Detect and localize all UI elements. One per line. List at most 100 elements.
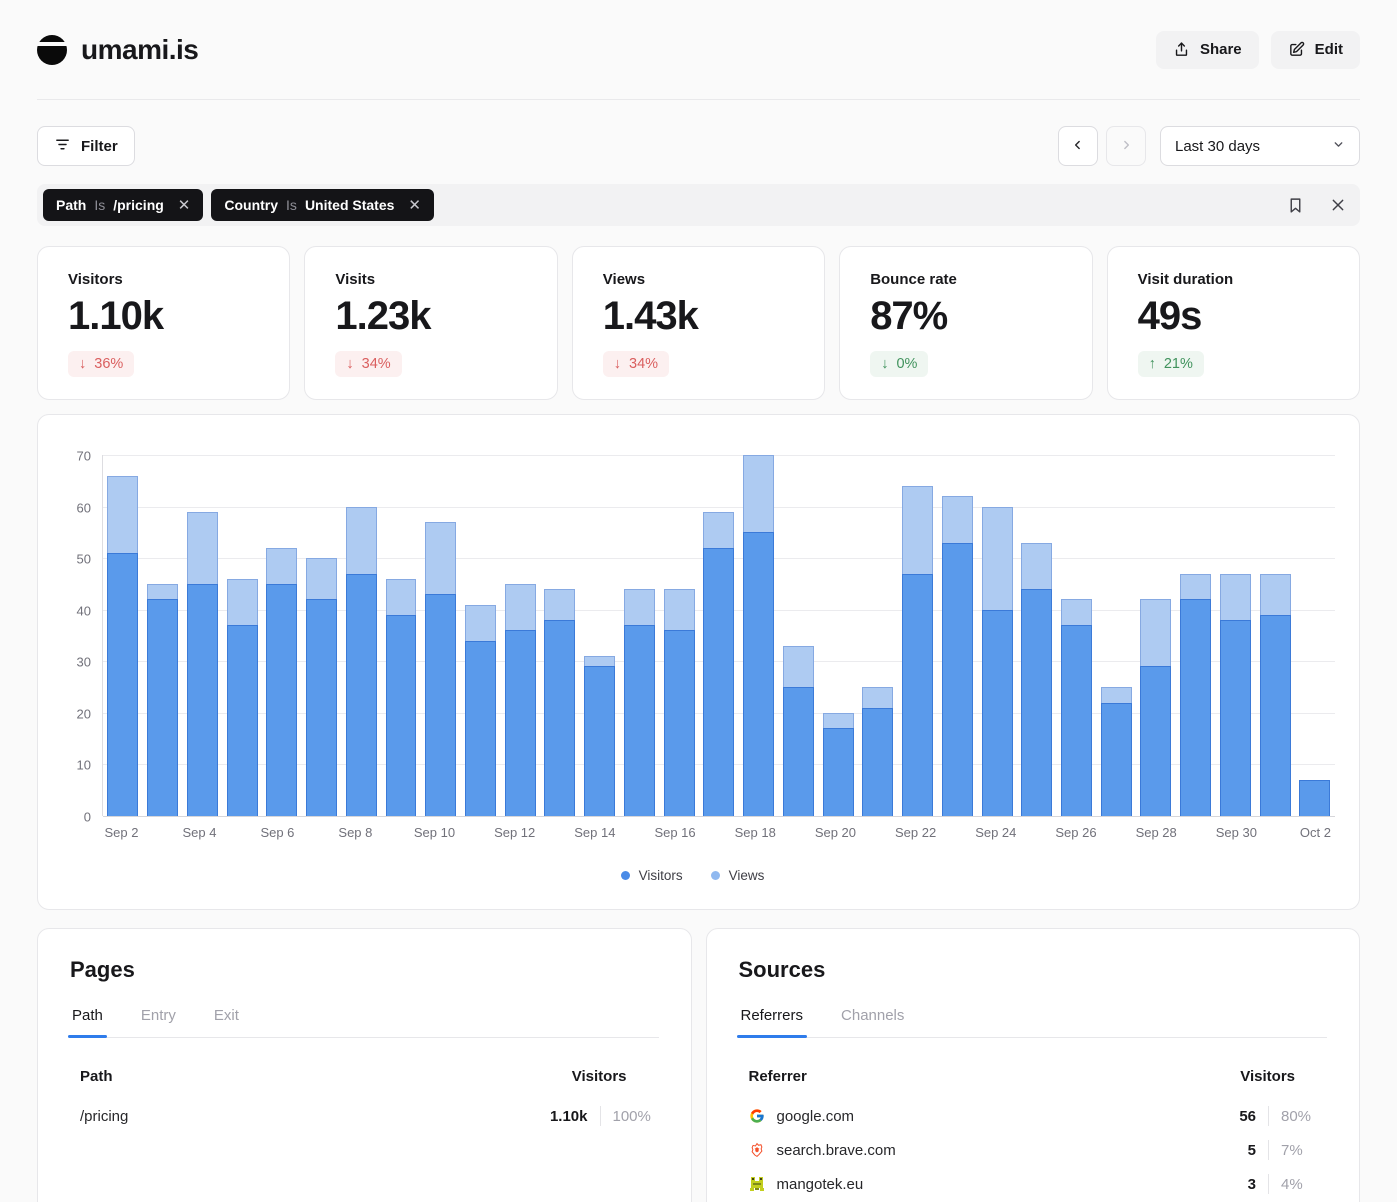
chart-bar-group[interactable] [421,455,461,816]
share-button-label: Share [1200,41,1242,58]
legend-item[interactable]: Views [711,868,765,883]
filters-bar-actions [1287,197,1346,214]
panel-title: Sources [739,957,1328,983]
chart-gridline: 0 [103,816,1335,817]
active-filters-bar: PathIs/pricing✕CountryIsUnited States✕ [37,184,1360,226]
table-row-link[interactable]: mangotek.eu [749,1176,864,1193]
chart-bar-group[interactable] [1057,455,1097,816]
filter-chip[interactable]: CountryIsUnited States✕ [211,189,434,221]
chart-bar-group[interactable] [1295,455,1335,816]
table-row-link[interactable]: google.com [749,1108,855,1125]
chart-bar-group[interactable] [659,455,699,816]
legend-item[interactable]: Visitors [621,868,683,883]
brave-favicon-icon [749,1142,765,1158]
chart-bar-group[interactable] [937,455,977,816]
metric-change-badge: ↑21% [1138,351,1204,377]
legend-label: Views [729,868,765,883]
metric-card: Visitors1.10k↓36% [37,246,290,400]
table-row-link[interactable]: /pricing [80,1108,128,1125]
panel-table: ReferrerVisitorsgoogle.com5680%search.br… [739,1068,1328,1201]
table-row-value: 56 [1239,1108,1256,1125]
chart-bar-group[interactable] [302,455,342,816]
visitors-bar [1299,780,1330,816]
edit-icon [1288,41,1305,58]
chart-bar-group[interactable] [103,455,143,816]
x-axis-tick-label [219,825,258,840]
chart-bar-group[interactable] [699,455,739,816]
table-row-percent: 80% [1281,1108,1325,1125]
filter-chip-value: /pricing [113,197,164,213]
legend-dot-icon [621,871,630,880]
chart-bar-group[interactable] [620,455,660,816]
metric-change-value: 21% [1164,356,1193,372]
date-range-value: Last 30 days [1175,138,1260,155]
arrow-down-icon: ↓ [79,356,86,372]
chart-bar-group[interactable] [540,455,580,816]
chart-bar-group[interactable] [341,455,381,816]
tab-entry[interactable]: Entry [139,1001,178,1037]
tab-exit[interactable]: Exit [212,1001,241,1037]
chart-bar-group[interactable] [1176,455,1216,816]
prev-period-button[interactable] [1058,126,1098,166]
visitors-bar [1180,599,1211,816]
panel-table: PathVisitors/pricing1.10k100% [70,1068,659,1133]
arrow-down-icon: ↓ [881,356,888,372]
filter-chip-value: United States [305,197,394,213]
x-axis-tick-label: Sep 28 [1136,825,1177,840]
chart-bar-group[interactable] [143,455,183,816]
filter-chips: PathIs/pricing✕CountryIsUnited States✕ [43,189,434,221]
remove-filter-icon[interactable]: ✕ [408,196,421,214]
metric-cards: Visitors1.10k↓36%Visits1.23k↓34%Views1.4… [37,246,1360,400]
chart-bar-group[interactable] [381,455,421,816]
share-button[interactable]: Share [1156,31,1259,69]
chart-bar-group[interactable] [222,455,262,816]
chart-bar-group[interactable] [739,455,779,816]
chart-bar-group[interactable] [1136,455,1176,816]
next-period-button[interactable] [1106,126,1146,166]
chart-bar-group[interactable] [1216,455,1256,816]
chart-bar-group[interactable] [500,455,540,816]
arrow-down-icon: ↓ [614,356,621,372]
chart-bar-group[interactable] [461,455,501,816]
x-axis-tick-label [141,825,180,840]
edit-button[interactable]: Edit [1271,31,1360,69]
chart-bar-group[interactable] [1017,455,1057,816]
visitors-bar [306,599,337,816]
y-axis-tick-label: 20 [77,706,91,721]
value-percent-divider [1268,1174,1269,1194]
chart-bar-group[interactable] [580,455,620,816]
chart-bar-group[interactable] [778,455,818,816]
clear-filters-icon[interactable] [1330,197,1346,213]
chart-bar-group[interactable] [977,455,1017,816]
bookmark-icon[interactable] [1287,197,1304,214]
tab-path[interactable]: Path [70,1001,105,1037]
filter-chip[interactable]: PathIs/pricing✕ [43,189,203,221]
tab-channels[interactable]: Channels [839,1001,906,1037]
x-axis-tick-label: Sep 16 [654,825,695,840]
filter-button[interactable]: Filter [37,126,135,166]
date-range-select[interactable]: Last 30 days [1160,126,1360,166]
chart-bar-group[interactable] [262,455,302,816]
filter-chip-operator: Is [94,197,105,213]
chart-bar-group[interactable] [818,455,858,816]
tab-referrers[interactable]: Referrers [739,1001,806,1037]
table-row: /pricing1.10k100% [80,1099,657,1133]
metric-label: Visit duration [1138,271,1329,288]
table-row-link[interactable]: search.brave.com [749,1142,896,1159]
brand[interactable]: umami.is [37,34,198,66]
date-controls: Last 30 days [1058,126,1360,166]
chart-bar-group[interactable] [898,455,938,816]
visitors-bar [1220,620,1251,816]
chart-bar-group[interactable] [182,455,222,816]
visitors-bar [1140,666,1171,816]
metric-change-value: 0% [896,356,917,372]
table-row-value: 3 [1248,1176,1256,1193]
chart-bar-group[interactable] [858,455,898,816]
remove-filter-icon[interactable]: ✕ [178,196,191,214]
metric-value: 87% [870,294,1061,339]
chart-bar-group[interactable] [1255,455,1295,816]
metric-value: 1.43k [603,294,794,339]
table-row-name: mangotek.eu [777,1176,864,1193]
x-axis-tick-label [1177,825,1216,840]
chart-bar-group[interactable] [1096,455,1136,816]
